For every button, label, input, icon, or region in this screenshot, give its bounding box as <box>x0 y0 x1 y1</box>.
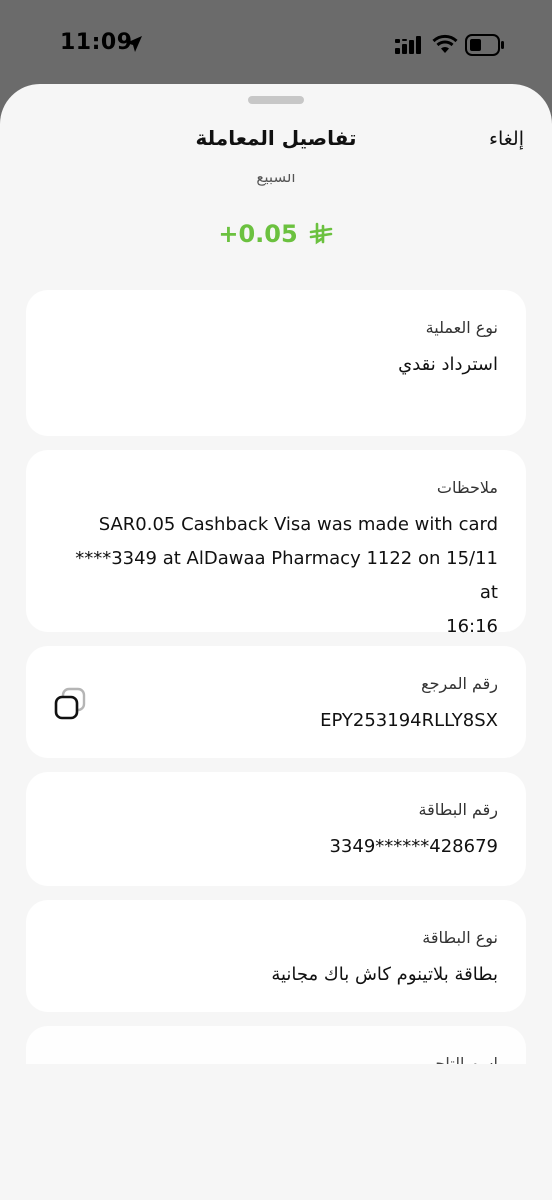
details-scroll-area[interactable]: السبيع +0.05 نوع العملية استرداد نقدي مل… <box>0 174 552 1064</box>
reference-number-card: رقم المرجع EPY253194RLLY8SX <box>26 646 526 758</box>
copy-icon[interactable] <box>52 686 88 722</box>
transaction-type-label: نوع العملية <box>425 318 498 337</box>
status-time: 11:09 <box>60 30 133 55</box>
notes-line: 16:16 <box>446 616 498 637</box>
battery-icon <box>465 34 504 56</box>
cancel-button[interactable]: إلغاء <box>489 128 524 150</box>
notes-value: SAR0.05 Cashback Visa was made with card… <box>54 508 498 644</box>
wifi-icon <box>432 34 458 53</box>
reference-number-label: رقم المرجع <box>421 674 498 693</box>
card-type-value: بطاقة بلاتينوم كاش باك مجانية <box>271 964 498 985</box>
amount-row: +0.05 <box>0 220 552 248</box>
status-bar: 11:09 <box>0 0 552 84</box>
card-number-label: رقم البطاقة <box>418 800 498 819</box>
notes-card: ملاحظات SAR0.05 Cashback Visa was made w… <box>26 450 526 637</box>
sheet-title: تفاصيل المعاملة <box>195 126 357 150</box>
sheet-grabber[interactable] <box>248 96 304 104</box>
notes-line: ****3349 at AlDawaa Pharmacy 1122 on 15/… <box>75 548 498 603</box>
notes-label: ملاحظات <box>436 478 498 497</box>
saudi-riyal-icon <box>309 222 332 245</box>
card-number-card: رقم البطاقة 428679******3349 <box>26 772 526 886</box>
location-arrow-icon <box>126 36 142 52</box>
card-number-value: 428679******3349 <box>329 836 498 857</box>
transaction-type-card: نوع العملية استرداد نقدي <box>26 290 526 436</box>
card-type-label: نوع البطاقة <box>422 928 498 947</box>
transaction-amount: +0.05 <box>218 220 298 248</box>
transaction-type-value: استرداد نقدي <box>398 354 498 375</box>
cellular-signal-icon <box>395 36 421 54</box>
merchant-name-header: السبيع <box>256 174 296 186</box>
transaction-details-sheet: تفاصيل المعاملة إلغاء السبيع +0.05 نوع ا… <box>0 84 552 1200</box>
merchant-name-card: اسم التاجر <box>26 1026 526 1064</box>
card-type-card: نوع البطاقة بطاقة بلاتينوم كاش باك مجاني… <box>26 900 526 1012</box>
merchant-name-label: اسم التاجر <box>426 1054 498 1064</box>
reference-number-value: EPY253194RLLY8SX <box>320 710 498 731</box>
notes-line: SAR0.05 Cashback Visa was made with card <box>98 514 498 535</box>
